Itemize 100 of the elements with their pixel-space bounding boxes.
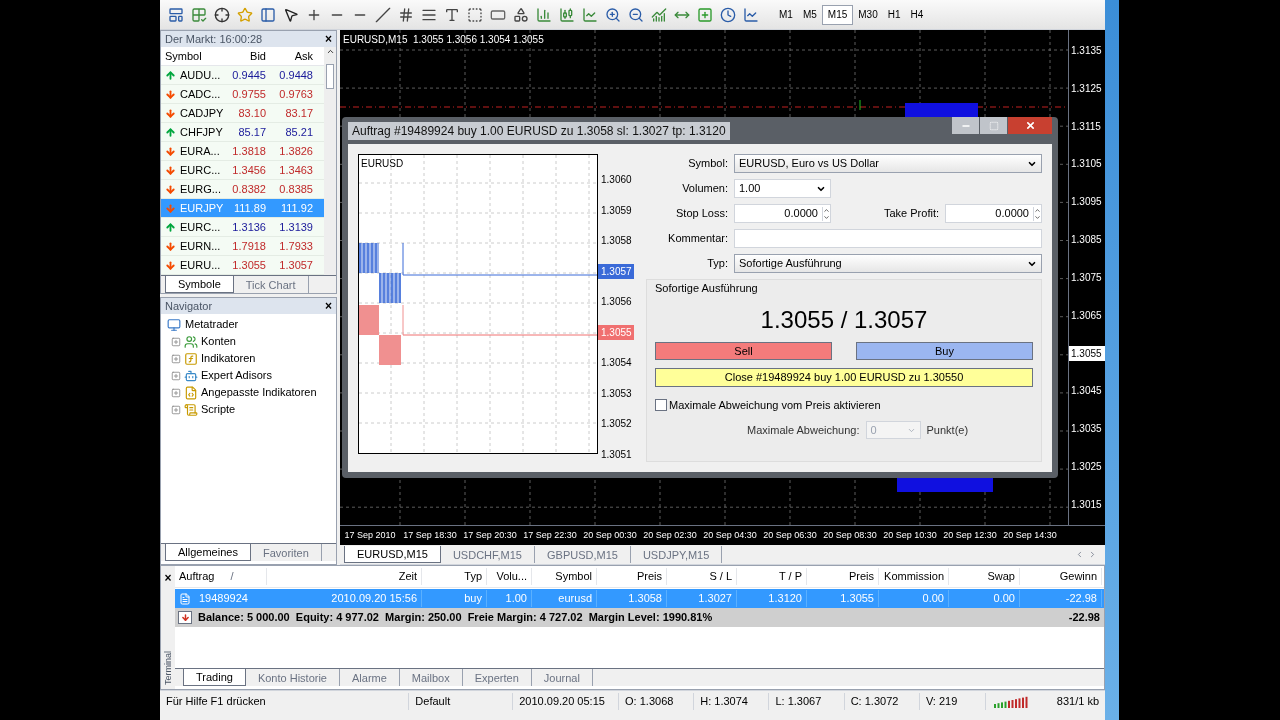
column-header[interactable]: Swap	[987, 568, 1015, 585]
market-row[interactable]: CADC... 0.9755 0.9763	[161, 85, 324, 104]
market-row[interactable]: CHFJPY 85.17 85.21	[161, 123, 324, 142]
tab[interactable]: Allgemeines	[165, 544, 251, 561]
stop-loss-field[interactable]: 0.0000	[734, 204, 831, 223]
timeframe-button[interactable]: H1	[882, 4, 906, 25]
market-row[interactable]: CADJPY 83.10 83.17	[161, 104, 324, 123]
column-header[interactable]: Gewinn	[1059, 568, 1097, 585]
close-button[interactable]: ×	[325, 33, 332, 45]
tab[interactable]: Trading	[183, 669, 246, 686]
scroll-up-icon[interactable]	[325, 47, 335, 56]
sell-button[interactable]: Sell	[655, 341, 832, 360]
tab[interactable]: Alarme	[340, 669, 400, 686]
market-row[interactable]: EURC... 1.3136 1.3139	[161, 218, 324, 237]
tree-item[interactable]: Angepasste Indikatoren	[201, 384, 317, 401]
expand-icon[interactable]	[171, 370, 181, 381]
text-icon[interactable]	[444, 6, 460, 23]
tab[interactable]: Favoriten	[250, 544, 322, 561]
tab[interactable]: Experten	[462, 669, 532, 686]
column-header[interactable]: Bid	[223, 47, 270, 65]
trend-line-icon[interactable]	[375, 6, 391, 23]
bar-chart-icon[interactable]	[536, 6, 552, 23]
price-label: 1.3015	[1070, 497, 1103, 512]
crosshair-icon[interactable]	[214, 6, 230, 23]
column-header[interactable]: Auftrag	[179, 568, 215, 585]
tree-item[interactable]: Konten	[201, 333, 236, 350]
column-header[interactable]: Symbol	[555, 568, 592, 585]
column-header[interactable]: T / P	[778, 568, 802, 585]
comment-field[interactable]	[734, 229, 1042, 248]
symbol-dropdown[interactable]: EURUSD, Euro vs US Dollar	[734, 154, 1042, 173]
tab[interactable]: Tick Chart	[233, 276, 309, 293]
expand-icon[interactable]	[171, 336, 181, 347]
take-profit-field[interactable]: 0.0000	[945, 204, 1042, 223]
tab[interactable]: USDCHF,M15	[440, 546, 535, 563]
column-header[interactable]: Preis	[636, 568, 662, 585]
spin-down-icon[interactable]	[1034, 213, 1041, 221]
market-row[interactable]: EURC... 1.3456 1.3463	[161, 161, 324, 180]
tab[interactable]: Konto Historie	[245, 669, 340, 686]
tree-item[interactable]: Metatrader	[185, 316, 239, 333]
column-header[interactable]: Volu...	[496, 568, 527, 585]
market-row[interactable]: EURA... 1.3818 1.3826	[161, 142, 324, 161]
timeframe-button[interactable]: M30	[853, 4, 883, 25]
spin-up-icon[interactable]	[823, 206, 830, 214]
favorites-icon[interactable]	[237, 6, 253, 23]
tab[interactable]: Journal	[531, 669, 593, 686]
column-header[interactable]: Preis	[848, 568, 874, 585]
status-text: H: 1.3074	[694, 693, 770, 710]
timeframe-button[interactable]: M5	[797, 4, 822, 25]
expand-icon[interactable]	[171, 387, 181, 398]
timeframe-button[interactable]: M15	[821, 4, 854, 25]
timeframe-button[interactable]: M1	[774, 4, 798, 25]
checkbox[interactable]	[655, 398, 667, 411]
cursor-icon[interactable]	[283, 6, 299, 23]
tab[interactable]: Mailbox	[399, 669, 463, 686]
price-label: 1.3105	[1070, 157, 1103, 172]
market-row[interactable]: EURU... 1.3055 1.3057	[161, 256, 324, 275]
volume-dropdown[interactable]: 1.00	[734, 179, 831, 198]
market-row[interactable]: AUDU... 0.9445 0.9448	[161, 66, 324, 85]
field-label: Kommentar:	[667, 231, 728, 247]
expand-icon[interactable]	[171, 404, 181, 415]
scroll-left-icon[interactable]	[1075, 550, 1084, 559]
table-cell-text: buy	[464, 591, 482, 607]
scrollbar[interactable]	[324, 47, 336, 275]
tree-item[interactable]: Scripte	[201, 401, 236, 418]
tab[interactable]: Symbole	[165, 276, 234, 293]
spin-up-icon[interactable]	[1034, 206, 1041, 214]
bid-cell-text: 0.8382	[231, 181, 267, 197]
close-button[interactable]: ×	[164, 572, 172, 584]
checkbox-label[interactable]: Maximale Abweichung vom Preis aktivieren	[669, 396, 881, 413]
market-row[interactable]: EURG... 0.8382 0.8385	[161, 180, 324, 199]
candlestick-icon[interactable]	[559, 6, 575, 23]
shapes-icon[interactable]	[513, 6, 529, 23]
tree-item[interactable]: Expert Adisors	[201, 367, 272, 384]
column-header[interactable]: Zeit	[398, 568, 417, 585]
tab[interactable]: USDJPY,M15	[630, 546, 723, 563]
expand-icon[interactable]	[171, 353, 181, 364]
close-button[interactable]: ×	[325, 300, 332, 312]
column-header[interactable]: S / L	[709, 568, 732, 585]
buy-button[interactable]: Buy	[856, 341, 1033, 360]
type-dropdown[interactable]: Sofortige Ausführung	[734, 254, 1042, 273]
market-row[interactable]: EURN... 1.7918 1.7933	[161, 237, 324, 256]
bid-ticks	[359, 304, 404, 365]
zoom-out-icon[interactable]	[628, 6, 644, 23]
column-header[interactable]: Typ	[464, 568, 482, 585]
panel-icon[interactable]	[260, 6, 276, 23]
tree-item[interactable]: Indikatoren	[201, 350, 256, 367]
tab[interactable]: EURUSD,M15	[344, 546, 441, 563]
scroll-right-icon[interactable]	[1088, 550, 1097, 559]
tab[interactable]: GBPUSD,M15	[535, 546, 631, 563]
scroll-thumb[interactable]	[326, 64, 334, 89]
bid-cell-text: 1.3136	[231, 219, 267, 235]
timeframe-button[interactable]: H4	[905, 4, 929, 25]
line-chart-icon[interactable]	[582, 6, 598, 23]
column-header[interactable]: Symbol	[161, 47, 223, 65]
close-button[interactable]	[1008, 117, 1052, 134]
column-header[interactable]: Kommission	[884, 568, 944, 585]
spin-down-icon[interactable]	[823, 213, 830, 221]
zoom-in-icon[interactable]	[605, 6, 621, 23]
column-header[interactable]: Ask	[270, 47, 317, 65]
close-order-button[interactable]: Close #19489924 buy 1.00 EURUSD zu 1.30550	[655, 367, 1033, 387]
